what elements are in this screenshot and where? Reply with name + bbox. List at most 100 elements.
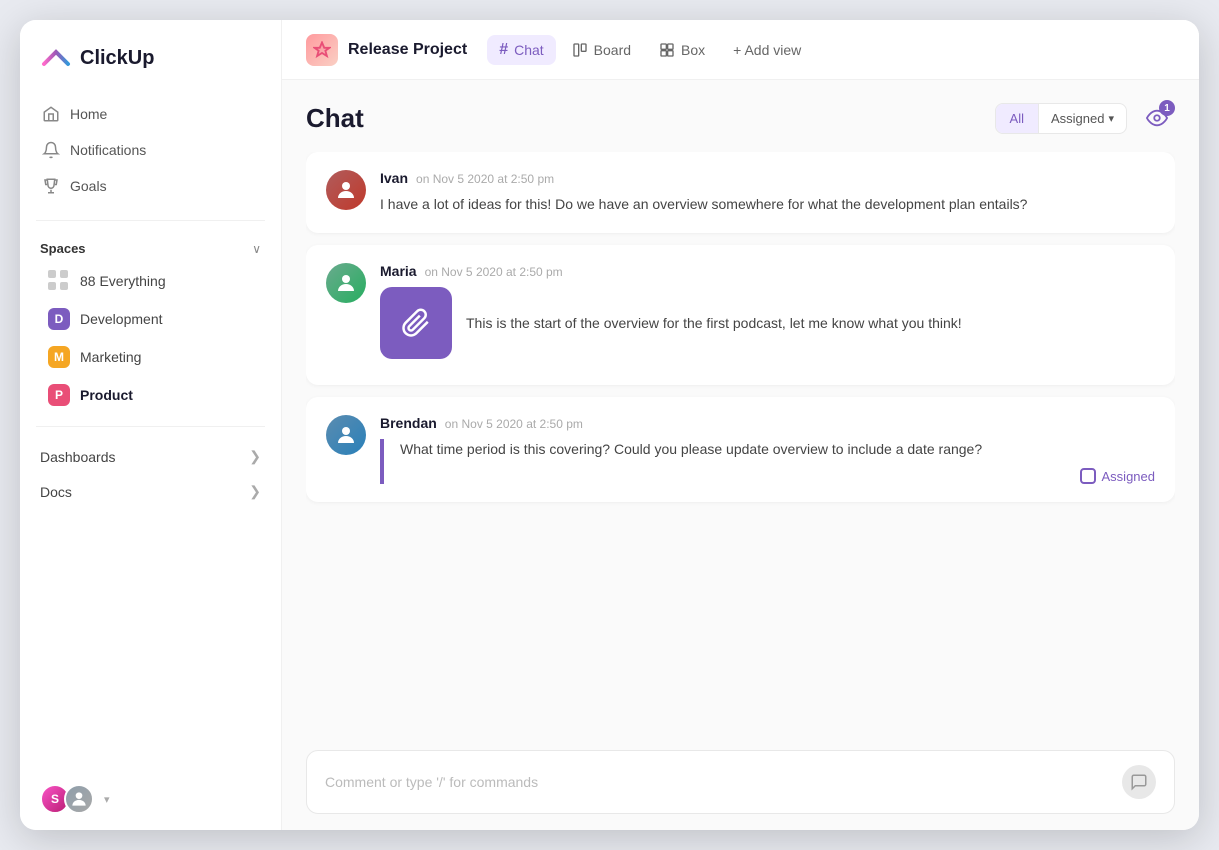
- avatar-user2: [64, 784, 94, 814]
- filter-assigned-dropdown[interactable]: Assigned ▾: [1038, 104, 1126, 133]
- nav-goals[interactable]: Goals: [32, 168, 269, 204]
- tab-board-label: Board: [594, 42, 631, 58]
- logo-text: ClickUp: [80, 47, 154, 70]
- nav-notifications-label: Notifications: [70, 142, 146, 158]
- spaces-chevron-icon[interactable]: ∨: [252, 242, 261, 256]
- message-brendan-text: What time period is this covering? Could…: [400, 439, 1155, 460]
- comment-input-area[interactable]: Comment or type '/' for commands: [306, 750, 1175, 814]
- project-title: Release Project: [348, 41, 467, 59]
- space-development-label: Development: [80, 311, 163, 327]
- nav-goals-label: Goals: [70, 178, 107, 194]
- watchers-button[interactable]: 1: [1139, 100, 1175, 136]
- message-maria-meta: Maria on Nov 5 2020 at 2:50 pm: [380, 263, 1155, 279]
- chat-header-right: All Assigned ▾ 1: [995, 100, 1175, 136]
- comment-placeholder: Comment or type '/' for commands: [325, 774, 1112, 790]
- assigned-label: Assigned: [1102, 469, 1155, 484]
- tab-board[interactable]: Board: [560, 36, 643, 64]
- brendan-border-block: What time period is this covering? Could…: [380, 439, 1155, 484]
- tab-bar: # Chat Board Box + Add: [487, 35, 1175, 65]
- sidebar-item-docs[interactable]: Docs ❯: [20, 474, 281, 509]
- message-ivan-text: I have a lot of ideas for this! Do we ha…: [380, 194, 1155, 215]
- sidebar-item-marketing[interactable]: M Marketing: [28, 338, 273, 376]
- tab-chat[interactable]: # Chat: [487, 35, 555, 65]
- space-everything-label: 88 Everything: [80, 273, 166, 289]
- avatar-ivan: [326, 170, 366, 210]
- divider-2: [36, 426, 265, 427]
- message-brendan-author: Brendan: [380, 415, 437, 431]
- assigned-checkbox[interactable]: [1080, 468, 1096, 484]
- docs-label: Docs: [40, 484, 72, 500]
- bell-icon: [42, 141, 60, 159]
- space-product-label: Product: [80, 387, 133, 403]
- message-ivan-body: Ivan on Nov 5 2020 at 2:50 pm I have a l…: [380, 170, 1155, 215]
- dashboards-label: Dashboards: [40, 449, 116, 465]
- tab-chat-label: Chat: [514, 42, 544, 58]
- home-icon: [42, 105, 60, 123]
- filter-chevron-icon: ▾: [1108, 112, 1114, 125]
- hash-icon: #: [499, 41, 508, 59]
- comment-send-button[interactable]: [1122, 765, 1156, 799]
- nav-home[interactable]: Home: [32, 96, 269, 132]
- sidebar-item-dashboards[interactable]: Dashboards ❯: [20, 439, 281, 474]
- chat-header: Chat All Assigned ▾ 1: [306, 80, 1175, 152]
- divider-1: [36, 220, 265, 221]
- attachment-box: This is the start of the overview for th…: [380, 287, 1155, 359]
- board-icon: [572, 42, 588, 58]
- chat-title: Chat: [306, 103, 364, 134]
- chat-area: Chat All Assigned ▾ 1: [282, 80, 1199, 830]
- spaces-header: Spaces ∨: [20, 233, 281, 262]
- message-maria-body: Maria on Nov 5 2020 at 2:50 pm This is t…: [380, 263, 1155, 367]
- paperclip-icon: [401, 308, 431, 338]
- message-maria-time: on Nov 5 2020 at 2:50 pm: [425, 265, 563, 279]
- tab-box[interactable]: Box: [647, 36, 717, 64]
- nav-notifications[interactable]: Notifications: [32, 132, 269, 168]
- message-ivan-author: Ivan: [380, 170, 408, 186]
- everything-icon: [48, 270, 70, 292]
- sidebar-item-product[interactable]: P Product: [28, 376, 273, 414]
- sidebar: ClickUp Home Notifications: [20, 20, 282, 830]
- message-ivan: Ivan on Nov 5 2020 at 2:50 pm I have a l…: [306, 152, 1175, 233]
- message-maria-text: This is the start of the overview for th…: [466, 313, 962, 334]
- messages-list: Ivan on Nov 5 2020 at 2:50 pm I have a l…: [306, 152, 1175, 750]
- box-icon: [659, 42, 675, 58]
- topbar: Release Project # Chat Board: [282, 20, 1199, 80]
- project-icon: [306, 34, 338, 66]
- sidebar-item-everything[interactable]: 88 Everything: [28, 262, 273, 300]
- main-content: Release Project # Chat Board: [282, 20, 1199, 830]
- attachment-icon-box[interactable]: [380, 287, 452, 359]
- development-dot: D: [48, 308, 70, 330]
- add-view-button[interactable]: + Add view: [721, 36, 813, 64]
- trophy-icon: [42, 177, 60, 195]
- sidebar-item-development[interactable]: D Development: [28, 300, 273, 338]
- message-brendan: Brendan on Nov 5 2020 at 2:50 pm What ti…: [306, 397, 1175, 502]
- nav-home-label: Home: [70, 106, 107, 122]
- spaces-title: Spaces: [40, 241, 86, 256]
- filter-assigned-label: Assigned: [1051, 111, 1104, 126]
- marketing-dot: M: [48, 346, 70, 368]
- message-ivan-time: on Nov 5 2020 at 2:50 pm: [416, 172, 554, 186]
- app-container: ClickUp Home Notifications: [20, 20, 1199, 830]
- docs-chevron-icon: ❯: [249, 483, 261, 500]
- clickup-logo-icon: [40, 42, 72, 74]
- avatar-maria: [326, 263, 366, 303]
- watchers-count: 1: [1159, 100, 1175, 116]
- message-maria-author: Maria: [380, 263, 417, 279]
- add-view-label: + Add view: [733, 42, 801, 58]
- logo-area: ClickUp: [20, 20, 281, 92]
- message-brendan-meta: Brendan on Nov 5 2020 at 2:50 pm: [380, 415, 1155, 431]
- user-avatars: S: [40, 784, 94, 814]
- message-brendan-body: Brendan on Nov 5 2020 at 2:50 pm What ti…: [380, 415, 1155, 484]
- main-nav: Home Notifications Goals: [20, 92, 281, 208]
- space-marketing-label: Marketing: [80, 349, 141, 365]
- dashboards-chevron-icon: ❯: [249, 448, 261, 465]
- avatar-brendan: [326, 415, 366, 455]
- message-brendan-time: on Nov 5 2020 at 2:50 pm: [445, 417, 583, 431]
- tab-box-label: Box: [681, 42, 705, 58]
- message-maria: Maria on Nov 5 2020 at 2:50 pm This is t…: [306, 245, 1175, 385]
- user-menu-chevron[interactable]: ▾: [104, 793, 110, 806]
- product-dot: P: [48, 384, 70, 406]
- filter-all-button[interactable]: All: [996, 104, 1038, 133]
- send-icon: [1130, 773, 1148, 791]
- assigned-badge: Assigned: [400, 468, 1155, 484]
- message-ivan-meta: Ivan on Nov 5 2020 at 2:50 pm: [380, 170, 1155, 186]
